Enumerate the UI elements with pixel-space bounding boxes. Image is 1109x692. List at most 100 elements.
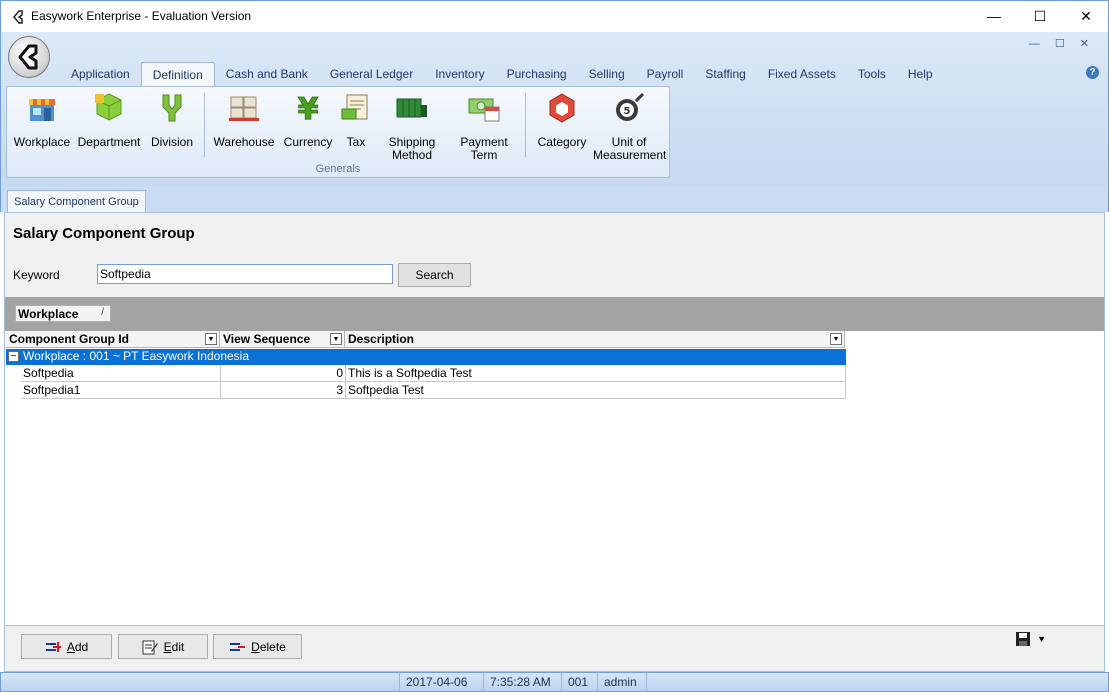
unit-of-measurement-icon: 5	[616, 92, 645, 121]
payment-term-label-line2: Term	[470, 148, 498, 162]
tab-payroll[interactable]: Payroll	[636, 62, 695, 86]
close-icon: ✕	[1080, 7, 1092, 24]
edit-icon	[142, 640, 158, 654]
svg-text:5: 5	[624, 106, 631, 117]
tab-staffing[interactable]: Staffing	[694, 62, 756, 86]
group-chip-label: Workplace	[18, 307, 79, 321]
division-icon	[162, 94, 182, 122]
tab-salary-component-group[interactable]: Salary Component Group	[7, 190, 146, 213]
app-icon	[13, 10, 23, 24]
maximize-icon: ☐	[1033, 7, 1047, 24]
department-button[interactable]: Department	[75, 91, 143, 149]
cell-view-sequence[interactable]: 0	[221, 365, 346, 382]
add-button[interactable]: Add	[21, 634, 112, 659]
edit-button[interactable]: Edit	[118, 634, 208, 659]
keyword-label: Keyword	[13, 268, 60, 282]
minimize-icon: —	[987, 8, 1001, 24]
tab-cash-and-bank[interactable]: Cash and Bank	[215, 62, 319, 86]
ribbon-group-label: Generals	[315, 163, 361, 175]
currency-label: Currency	[283, 135, 333, 149]
tax-label: Tax	[346, 135, 366, 149]
group-chip-workplace[interactable]: Workplace /	[15, 305, 111, 322]
column-header-component-group-id[interactable]: Component Group Id ▼	[6, 331, 220, 348]
division-label: Division	[150, 135, 193, 149]
tab-fixed-assets[interactable]: Fixed Assets	[757, 62, 847, 86]
workplace-icon	[29, 99, 55, 121]
tab-definition[interactable]: Definition	[140, 62, 215, 86]
maximize-button[interactable]: ☐	[1017, 1, 1063, 31]
ribbon-group-generals: Workplace Department Division Warehouse …	[6, 86, 670, 178]
status-date: 2017-04-06	[399, 673, 483, 691]
status-code: 001	[561, 673, 597, 691]
tab-help[interactable]: Help	[897, 62, 944, 86]
column-header-label: Description	[348, 332, 415, 346]
division-button[interactable]: Division	[145, 91, 199, 149]
cell-view-sequence[interactable]: 3	[221, 382, 346, 399]
cell-description[interactable]: This is a Softpedia Test	[346, 365, 846, 382]
warehouse-button[interactable]: Warehouse	[211, 91, 277, 149]
add-label: Add	[66, 639, 89, 654]
sort-indicator: /	[101, 307, 104, 318]
page-title: Salary Component Group	[13, 225, 195, 242]
tab-application[interactable]: Application	[60, 62, 141, 86]
window-title: Easywork Enterprise - Evaluation Version	[31, 9, 252, 23]
currency-button[interactable]: ¥ Currency	[281, 91, 335, 149]
category-label: Category	[537, 135, 587, 149]
category-button[interactable]: Category	[531, 91, 593, 149]
unit-of-measurement-label-line2: Measurement	[593, 148, 667, 162]
tab-general-ledger[interactable]: General Ledger	[319, 62, 424, 86]
filter-dropdown-icon[interactable]: ▼	[830, 333, 842, 345]
help-icon[interactable]: ?	[1086, 66, 1099, 79]
tab-selling[interactable]: Selling	[578, 62, 636, 86]
cell-component-group-id[interactable]: Softpedia1	[21, 382, 221, 399]
close-button[interactable]: ✕	[1063, 1, 1109, 31]
tab-inventory[interactable]: Inventory	[424, 62, 495, 86]
column-header-description[interactable]: Description ▼	[345, 331, 845, 348]
save-layout-dropdown[interactable]: ▼	[1015, 631, 1046, 647]
app-menu-button[interactable]	[8, 36, 50, 78]
data-grid: Component Group Id ▼ View Sequence ▼ Des…	[5, 331, 1104, 625]
status-user: admin	[597, 673, 647, 691]
document-tab-strip: Salary Component Group	[0, 186, 1109, 213]
column-header-label: View Sequence	[223, 332, 311, 346]
keyword-input[interactable]	[97, 264, 393, 284]
payment-term-icon	[468, 98, 500, 122]
mdi-window-controls[interactable]: — ☐ ✕	[1029, 37, 1095, 50]
workplace-button[interactable]: Workplace	[11, 91, 73, 149]
tax-button[interactable]: Tax	[337, 91, 375, 149]
delete-icon	[230, 642, 246, 651]
save-icon	[1016, 632, 1031, 646]
cell-component-group-id[interactable]: Softpedia	[21, 365, 221, 382]
shipping-method-button[interactable]: Shipping Method	[379, 91, 445, 162]
tab-tools[interactable]: Tools	[847, 62, 897, 86]
app-logo-icon	[18, 44, 38, 70]
column-header-view-sequence[interactable]: View Sequence ▼	[220, 331, 345, 348]
cell-description[interactable]: Softpedia Test	[346, 382, 846, 399]
title-bar: Easywork Enterprise - Evaluation Version…	[0, 0, 1109, 32]
ribbon-separator-2	[525, 93, 526, 157]
minimize-button[interactable]: —	[971, 1, 1017, 31]
department-icon	[95, 93, 122, 121]
delete-button[interactable]: Delete	[213, 634, 302, 659]
svg-text:¥: ¥	[298, 92, 319, 125]
search-button[interactable]: Search	[398, 263, 471, 287]
filter-dropdown-icon[interactable]: ▼	[330, 333, 342, 345]
status-bar: 2017-04-06 7:35:28 AM 001 admin	[0, 672, 1109, 692]
unit-of-measurement-button[interactable]: 5 Unit of Measurement	[593, 91, 667, 162]
add-icon	[45, 641, 61, 652]
category-icon	[549, 93, 575, 123]
tab-purchasing[interactable]: Purchasing	[496, 62, 578, 86]
ribbon-separator	[204, 93, 205, 157]
group-row-label: Workplace : 001 ~ PT Easywork Indonesia	[23, 349, 250, 363]
edit-label: Edit	[163, 639, 185, 654]
main-content: Salary Component Group Keyword Search Wo…	[4, 212, 1105, 626]
group-by-panel: Workplace /	[5, 297, 1104, 331]
action-toolbar: Add Edit Delete ▼	[4, 626, 1105, 672]
collapse-icon[interactable]: −	[8, 351, 19, 362]
currency-icon: ¥	[297, 92, 319, 128]
shipping-icon	[396, 98, 427, 118]
group-row[interactable]: − Workplace : 001 ~ PT Easywork Indonesi…	[6, 349, 846, 365]
filter-dropdown-icon[interactable]: ▼	[205, 333, 217, 345]
payment-term-button[interactable]: Payment Term	[449, 91, 519, 162]
column-header-label: Component Group Id	[9, 332, 129, 346]
